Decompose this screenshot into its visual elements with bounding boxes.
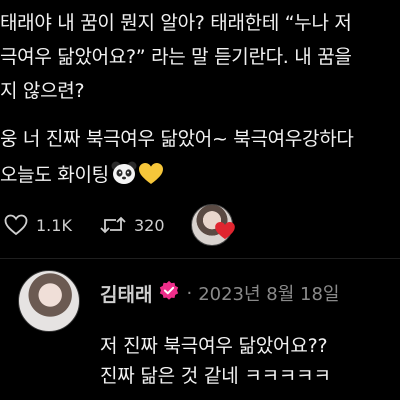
divider <box>0 258 400 259</box>
red-heart-icon <box>215 222 235 244</box>
reply-separator: · <box>186 282 193 304</box>
reply-line-1: 저 진짜 북극여우 닮았어요?? <box>100 335 328 357</box>
reply-header: 김태래 · 2023년 8월 18일 <box>100 280 339 306</box>
like-count: 1.1K <box>36 215 72 235</box>
retweet-count: 320 <box>134 215 165 235</box>
liked-by-avatar[interactable] <box>191 204 235 246</box>
post-line-5-text: 오늘도 화이팅 <box>0 164 109 186</box>
post-line-2: 극여우 닮았어요?” 라는 말 듣기란다. 내 꿈을 <box>0 46 352 68</box>
post-line-5: 오늘도 화이팅 <box>0 160 163 190</box>
verified-badge-icon <box>158 280 180 306</box>
like-button[interactable]: 1.1K <box>4 210 72 240</box>
heart-outline-icon <box>4 214 28 236</box>
reply-line-2: 진짜 닮은 것 같네 ㅋㅋㅋㅋㅋ <box>100 365 331 387</box>
panda-face-icon <box>111 161 137 190</box>
retweet-icon <box>100 216 126 234</box>
reply-avatar[interactable] <box>18 270 80 332</box>
retweet-button[interactable]: 320 <box>100 210 165 240</box>
post-line-1: 태래야 내 꿈이 뭔지 알아? 태래한테 “누나 저 <box>0 12 352 34</box>
post-line-4: 웅 너 진짜 북극여우 닮았어~ 북극여우강하다 <box>0 128 354 150</box>
reply-author-name[interactable]: 김태래 <box>100 280 152 307</box>
yellow-heart-icon <box>138 163 163 190</box>
post-line-3: 지 않으련? <box>0 80 85 102</box>
post-text: 태래야 내 꿈이 뭔지 알아? 태래한테 “누나 저 극여우 닮았어요?” 라는… <box>0 0 400 200</box>
reply-date: 2023년 8월 18일 <box>198 284 340 305</box>
